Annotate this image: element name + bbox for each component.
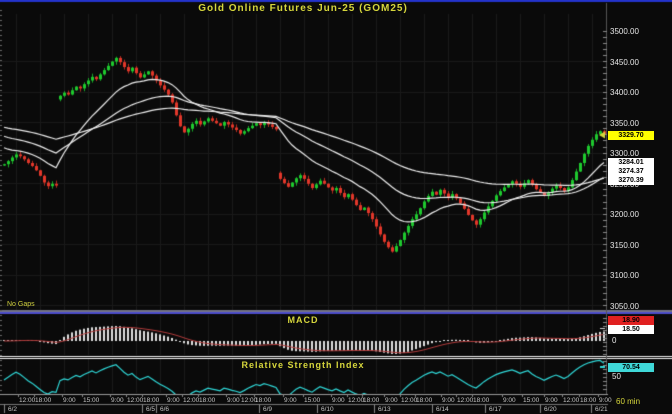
date-tick-label: 6/10 (321, 406, 334, 413)
date-tick-label: 6/20 (544, 406, 557, 413)
time-tick-label: 9:00 (227, 397, 240, 404)
date-tick-label: 6/13 (378, 406, 391, 413)
time-tick-label: 9:00 (111, 397, 124, 404)
time-tick-label: 9:00 (284, 397, 297, 404)
macd-signal-marker: 18.50 (608, 325, 654, 334)
time-tick-label: 12:00 (127, 397, 143, 404)
time-tick-label: 12:00 (348, 397, 364, 404)
time-tick-label: 9:00 (442, 397, 455, 404)
trading-chart-window: Gold Online Futures Jun-25 (GOM25) No Ga… (0, 0, 672, 414)
time-tick-label: 12:00 (183, 397, 199, 404)
time-tick-label: 9:00 (503, 397, 516, 404)
rsi-title: Relative Strength Index (0, 360, 606, 370)
time-tick-label: 18:00 (255, 397, 271, 404)
price-axis-label: 3100.00 (610, 271, 639, 280)
date-tick-label: 6/17 (489, 406, 502, 413)
time-tick-label: 18:00 (473, 397, 489, 404)
rsi-mid-label: 50 (612, 372, 621, 381)
price-axis-label: 3300.00 (610, 149, 639, 158)
price-axis-label: 3050.00 (610, 302, 639, 311)
date-tick-label: 6/14 (436, 406, 449, 413)
rsi-value-marker: 70.54 (608, 363, 654, 372)
price-axis-label: 3500.00 (610, 27, 639, 36)
time-tick-label: 18:00 (363, 397, 379, 404)
time-tick-label: 15:00 (523, 397, 539, 404)
time-tick-label: 9:00 (63, 397, 76, 404)
price-axis-label: 3350.00 (610, 119, 639, 128)
time-tick-label: 9:00 (545, 397, 558, 404)
time-tick-label: 18:00 (35, 397, 51, 404)
no-gaps-label: No Gaps (7, 301, 35, 308)
time-tick-label: 15:00 (83, 397, 99, 404)
price-axis-label: 3200.00 (610, 210, 639, 219)
date-tick-label: 6/9 (263, 406, 272, 413)
time-tick-label: 12:00 (457, 397, 473, 404)
interval-label: 60 min (616, 397, 640, 406)
macd-zero-label: 0 (612, 336, 616, 345)
price-chart-canvas[interactable] (0, 0, 672, 414)
price-axis-label: 3150.00 (610, 241, 639, 250)
time-tick-label: 9:00 (332, 397, 345, 404)
time-tick-label: 18:00 (580, 397, 596, 404)
time-tick-label: 12:00 (401, 397, 417, 404)
date-tick-label: 6/6 (160, 406, 169, 413)
macd-title: MACD (0, 315, 606, 325)
time-tick-label: 9:00 (167, 397, 180, 404)
time-tick-label: 9:00 (385, 397, 398, 404)
date-tick-label: 6/5 (146, 406, 155, 413)
time-tick-label: 9:00 (599, 397, 612, 404)
chart-title: Gold Online Futures Jun-25 (GOM25) (0, 3, 606, 14)
time-tick-label: 15:00 (304, 397, 320, 404)
price-axis-label: 3450.00 (610, 58, 639, 67)
price-axis-label: 3400.00 (610, 88, 639, 97)
time-tick-label: 12:00 (563, 397, 579, 404)
time-tick-label: 18:00 (199, 397, 215, 404)
date-tick-label: 6/21 (595, 406, 608, 413)
date-tick-label: 6/2 (8, 406, 17, 413)
ma-marker-3: 3270.39 (608, 176, 654, 185)
time-tick-label: 18:00 (416, 397, 432, 404)
last-price-marker: 3329.70 (608, 131, 654, 140)
time-tick-label: 18:00 (143, 397, 159, 404)
time-tick-label: 12:00 (19, 397, 35, 404)
macd-value-marker: 18.90 (608, 316, 654, 325)
